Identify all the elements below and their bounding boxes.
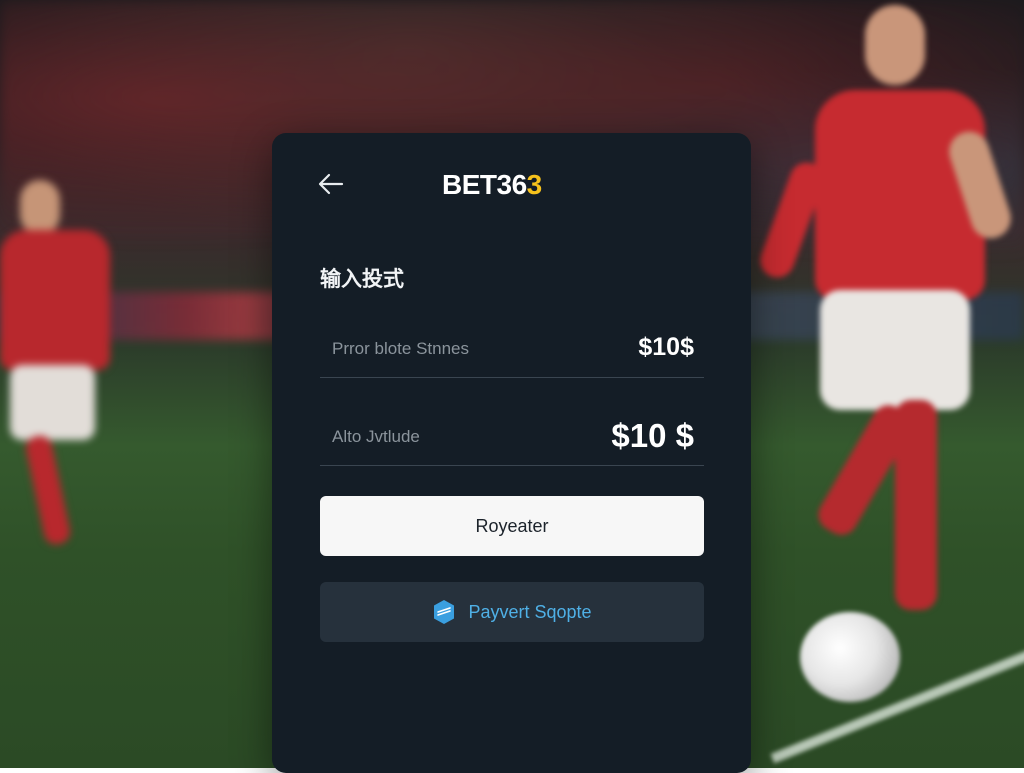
primary-button[interactable]: Royeater (320, 496, 704, 556)
payment-button-label: Payvert Sqopte (468, 601, 592, 622)
back-button[interactable] (316, 171, 346, 201)
stake-value: $10$ (638, 333, 694, 361)
brand-logo: BET363 (442, 169, 542, 201)
background-player-right (755, 0, 1020, 700)
logo-accent: 3 (526, 169, 543, 200)
payment-button[interactable]: Payvert Sqopte (320, 582, 704, 642)
amount-label: Alto Jvtlude (332, 427, 420, 446)
payment-shield-icon (432, 599, 456, 625)
amount-row[interactable]: Alto Jvtlude $10 $ (320, 409, 704, 466)
logo-main: BET36 (442, 169, 527, 200)
arrow-left-icon (318, 173, 344, 200)
stake-label: Prror blote Stnnes (332, 339, 470, 358)
football (800, 612, 900, 702)
amount-value: $10 $ (611, 417, 694, 454)
background-player-left (0, 180, 130, 560)
stake-row[interactable]: Prror blote Stnnes $10$ (320, 321, 704, 378)
bet-panel: BET363 输入投式 Prror blote Stnnes $10$ Alto… (272, 133, 751, 773)
page-title: 输入投式 (320, 267, 404, 291)
